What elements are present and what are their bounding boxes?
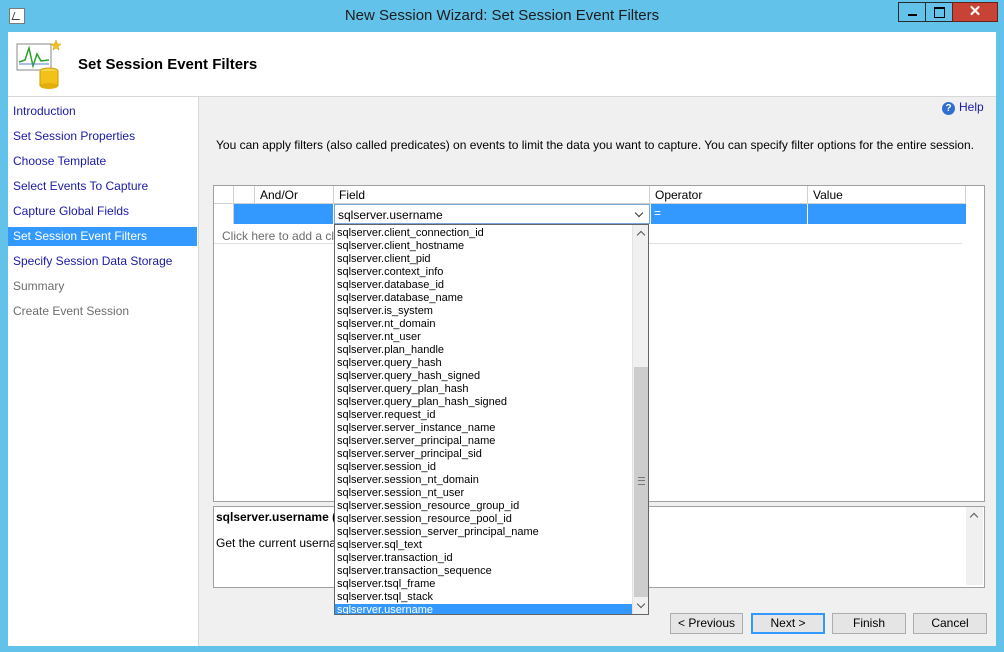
finish-button[interactable]: Finish <box>832 613 906 634</box>
dropdown-option[interactable]: sqlserver.session_resource_pool_id <box>335 513 632 526</box>
description-text: Get the current userna <box>216 536 337 550</box>
scroll-up-icon[interactable] <box>966 507 983 524</box>
sidebar-item-set-session-properties[interactable]: Set Session Properties <box>8 127 197 146</box>
dropdown-option[interactable]: sqlserver.client_connection_id <box>335 227 632 240</box>
sidebar-item-capture-global-fields[interactable]: Capture Global Fields <box>8 202 197 221</box>
dropdown-option[interactable]: sqlserver.username <box>335 604 632 614</box>
dropdown-option[interactable]: sqlserver.server_principal_sid <box>335 448 632 461</box>
dropdown-scrollbar[interactable] <box>632 225 648 614</box>
cancel-button[interactable]: Cancel <box>913 613 987 634</box>
column-header-field[interactable]: Field <box>334 186 650 204</box>
page-header: Set Session Event Filters <box>8 32 996 97</box>
column-header-select <box>214 186 234 204</box>
sidebar-item-set-session-event-filters[interactable]: Set Session Event Filters <box>8 227 197 246</box>
dropdown-option[interactable]: sqlserver.is_system <box>335 305 632 318</box>
operator-value: = <box>654 206 662 220</box>
dropdown-option[interactable]: sqlserver.query_plan_hash <box>335 383 632 396</box>
dropdown-option[interactable]: sqlserver.session_nt_domain <box>335 474 632 487</box>
session-chart-database-icon <box>16 40 62 89</box>
next-button[interactable]: Next > <box>751 613 825 634</box>
dropdown-option[interactable]: sqlserver.plan_handle <box>335 344 632 357</box>
help-link[interactable]: Help <box>959 100 984 114</box>
description-scrollbar[interactable] <box>966 507 983 585</box>
minimize-button[interactable] <box>898 2 926 22</box>
dropdown-option[interactable]: sqlserver.session_nt_user <box>335 487 632 500</box>
previous-button[interactable]: < Previous <box>670 613 743 634</box>
dropdown-option[interactable]: sqlserver.query_plan_hash_signed <box>335 396 632 409</box>
sidebar-item-choose-template[interactable]: Choose Template <box>8 152 197 171</box>
grip-icon <box>638 477 645 485</box>
dropdown-option[interactable]: sqlserver.session_id <box>335 461 632 474</box>
title-bar: New Session Wizard: Set Session Event Fi… <box>0 0 1004 32</box>
window-title: New Session Wizard: Set Session Event Fi… <box>344 7 660 24</box>
sidebar-item-specify-data-storage[interactable]: Specify Session Data Storage <box>8 252 197 271</box>
scroll-up-icon[interactable] <box>633 225 648 242</box>
close-icon: ✕ <box>968 3 982 20</box>
scroll-down-icon[interactable] <box>633 597 648 614</box>
sidebar-item-select-events[interactable]: Select Events To Capture <box>8 177 197 196</box>
value-cell[interactable] <box>808 204 966 224</box>
page-title: Set Session Event Filters <box>78 56 258 73</box>
dropdown-option[interactable]: sqlserver.session_resource_group_id <box>335 500 632 513</box>
dropdown-option[interactable]: sqlserver.sql_text <box>335 539 632 552</box>
dropdown-option[interactable]: sqlserver.nt_user <box>335 331 632 344</box>
and-or-cell[interactable] <box>255 204 334 224</box>
column-header-and-or[interactable]: And/Or <box>255 186 334 204</box>
column-header-indent <box>234 186 255 204</box>
dropdown-option[interactable]: sqlserver.database_id <box>335 279 632 292</box>
close-button[interactable]: ✕ <box>952 2 998 22</box>
row-selector-blank <box>214 204 234 224</box>
chevron-down-icon[interactable] <box>632 206 648 222</box>
help-icon[interactable]: ? <box>942 102 955 115</box>
dropdown-option[interactable]: sqlserver.context_info <box>335 266 632 279</box>
sidebar-item-summary: Summary <box>13 279 65 293</box>
dropdown-option[interactable]: sqlserver.client_hostname <box>335 240 632 253</box>
dropdown-option[interactable]: sqlserver.request_id <box>335 409 632 422</box>
intro-text: You can apply filters (also called predi… <box>216 138 974 152</box>
add-clause-placeholder[interactable]: Click here to add a clau <box>222 229 347 243</box>
maximize-button[interactable] <box>925 2 953 22</box>
operator-cell[interactable] <box>650 204 808 224</box>
column-header-value[interactable]: Value <box>808 186 966 204</box>
dropdown-option[interactable]: sqlserver.database_name <box>335 292 632 305</box>
dropdown-option[interactable]: sqlserver.server_principal_name <box>335 435 632 448</box>
dropdown-option[interactable]: sqlserver.transaction_sequence <box>335 565 632 578</box>
field-combobox-value: sqlserver.username <box>338 208 443 222</box>
dropdown-option[interactable]: sqlserver.transaction_id <box>335 552 632 565</box>
dropdown-option[interactable]: sqlserver.tsql_stack <box>335 591 632 604</box>
dropdown-option[interactable]: sqlserver.query_hash_signed <box>335 370 632 383</box>
sidebar-item-introduction[interactable]: Introduction <box>8 102 197 121</box>
dropdown-option[interactable]: sqlserver.session_server_principal_name <box>335 526 632 539</box>
dropdown-option[interactable]: sqlserver.server_instance_name <box>335 422 632 435</box>
dropdown-option[interactable]: sqlserver.nt_domain <box>335 318 632 331</box>
sidebar-item-create-event-session: Create Event Session <box>13 304 130 318</box>
dropdown-option[interactable]: sqlserver.client_pid <box>335 253 632 266</box>
column-header-operator[interactable]: Operator <box>650 186 808 204</box>
field-combobox[interactable]: sqlserver.username <box>334 204 650 224</box>
dropdown-option[interactable]: sqlserver.tsql_frame <box>335 578 632 591</box>
description-title: sqlserver.username ( <box>216 510 337 524</box>
wizard-steps-sidebar: Introduction Set Session Properties Choo… <box>8 97 199 646</box>
dropdown-option[interactable]: sqlserver.query_hash <box>335 357 632 370</box>
scrollbar-thumb[interactable] <box>634 367 648 597</box>
field-dropdown-list[interactable]: sqlserver.client_connection_id sqlserver.… <box>334 224 649 615</box>
row-indent-cell[interactable] <box>234 204 255 224</box>
